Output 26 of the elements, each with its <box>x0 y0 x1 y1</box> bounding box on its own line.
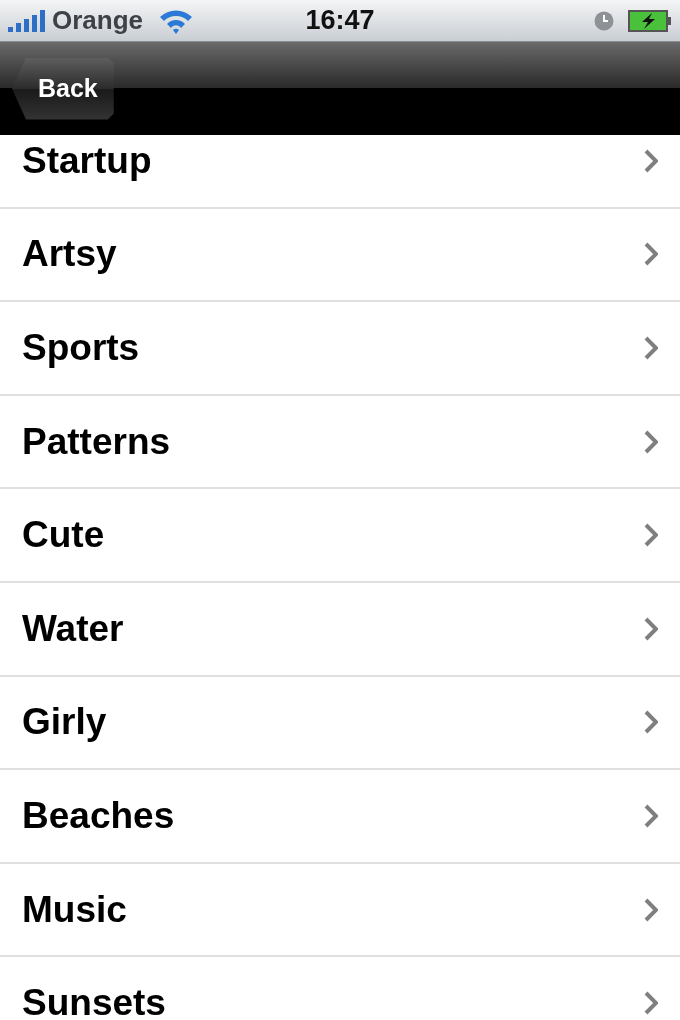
chevron-icon <box>644 710 658 735</box>
chevron-icon <box>644 336 658 360</box>
chevron-icon <box>644 429 658 454</box>
clock-icon <box>594 10 614 31</box>
chevron-icon <box>644 242 658 267</box>
carrier-name: Orange <box>52 5 144 36</box>
back-button[interactable]: Back <box>12 57 114 120</box>
list-item[interactable]: Sunsets <box>0 957 680 1020</box>
chevron-icon <box>644 991 658 1016</box>
list-item[interactable]: Patterns <box>0 395 680 490</box>
chevron-icon <box>644 803 658 828</box>
clock-time: 16:47 <box>305 5 375 36</box>
list-item[interactable]: Artsy <box>0 208 680 303</box>
list-item[interactable]: Sports <box>0 302 680 396</box>
signal-icon <box>8 9 48 32</box>
list-item[interactable]: Cute <box>0 489 680 583</box>
battery-charging-icon <box>628 9 672 32</box>
list-item[interactable]: Startup <box>0 135 680 209</box>
chevron-icon <box>644 616 658 641</box>
list-item[interactable]: Water <box>0 582 680 677</box>
chevron-icon <box>644 148 658 173</box>
chevron-icon <box>644 523 658 548</box>
list-item[interactable]: Music <box>0 863 680 958</box>
chevron-icon <box>644 897 658 922</box>
list-item[interactable]: Girly <box>0 676 680 771</box>
list-item[interactable]: Beaches <box>0 770 680 864</box>
